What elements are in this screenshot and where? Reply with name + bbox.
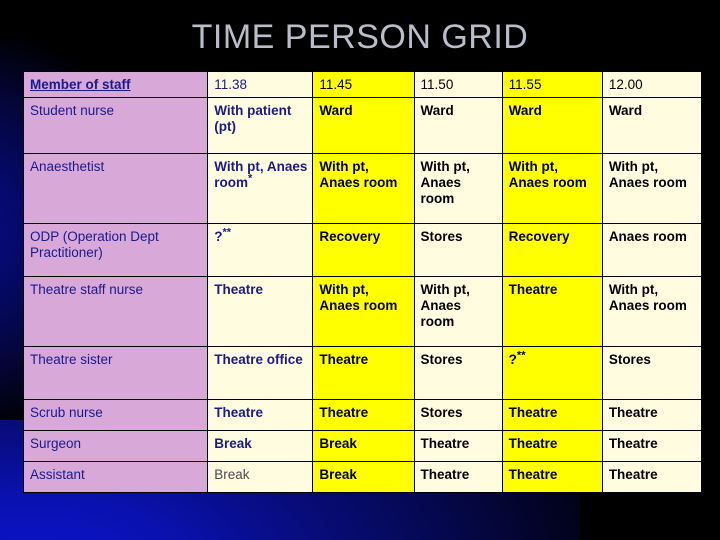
schedule-cell: Stores: [413, 223, 503, 277]
page-title: TIME PERSON GRID: [191, 18, 529, 56]
schedule-cell: Theatre: [601, 399, 703, 431]
column-header-time-4: 11.55: [501, 71, 603, 98]
table-row: Assistant Break Break Theatre Theatre Th…: [22, 461, 703, 493]
schedule-cell: Stores: [413, 399, 503, 431]
time-person-grid: Member of staff 11.38 11.45 11.50 11.55 …: [22, 71, 703, 493]
column-header-time-5: 12.00: [601, 71, 703, 98]
staff-name-cell: Theatre sister: [22, 346, 209, 400]
schedule-cell: Recovery: [312, 223, 415, 277]
schedule-cell: ?**: [207, 223, 314, 277]
table-row: Scrub nurse Theatre Theatre Stores Theat…: [22, 399, 703, 431]
footnote-marker: **: [222, 226, 232, 239]
schedule-cell: Recovery: [501, 223, 603, 277]
table-row: Theatre sister Theatre office Theatre St…: [22, 346, 703, 400]
schedule-cell: With pt, Anaes room: [312, 276, 415, 347]
table-row: Student nurse With patient (pt) Ward War…: [22, 97, 703, 154]
staff-name-cell: Scrub nurse: [22, 399, 209, 431]
schedule-cell: Ward: [501, 97, 603, 154]
footnote-marker: *: [248, 172, 253, 185]
schedule-cell: With pt, Anaes room: [312, 153, 415, 224]
column-header-time-2: 11.45: [312, 71, 415, 98]
schedule-cell: Theatre: [413, 430, 503, 462]
schedule-cell: With patient (pt): [207, 97, 314, 154]
member-of-staff-label: Member of staff: [30, 77, 131, 92]
table-row: Surgeon Break Break Theatre Theatre Thea…: [22, 430, 703, 462]
staff-name-cell: Assistant: [22, 461, 209, 493]
schedule-cell: ?**: [501, 346, 603, 400]
column-header-member-of-staff: Member of staff: [22, 71, 209, 98]
schedule-cell: Break: [207, 461, 314, 493]
schedule-cell: With pt, Anaes room: [601, 153, 703, 224]
schedule-cell: Theatre: [312, 399, 415, 431]
schedule-cell: Ward: [413, 97, 503, 154]
staff-name-cell: Student nurse: [22, 97, 209, 154]
table-row: Anaesthetist With pt, Anaes room* With p…: [22, 153, 703, 224]
schedule-cell: Break: [312, 430, 415, 462]
schedule-cell: Theatre: [601, 430, 703, 462]
schedule-cell: Theatre: [501, 430, 603, 462]
schedule-cell: Break: [207, 430, 314, 462]
slide: TIME PERSON GRID Member of staff 11.38 1…: [0, 0, 720, 540]
schedule-cell: Theatre: [501, 399, 603, 431]
table-row: ODP (Operation Dept Practitioner) ?** Re…: [22, 223, 703, 277]
schedule-cell: Theatre: [312, 346, 415, 400]
table-body: Member of staff 11.38 11.45 11.50 11.55 …: [22, 71, 703, 493]
schedule-cell: Ward: [601, 97, 703, 154]
schedule-cell: Ward: [312, 97, 415, 154]
staff-name-cell: Surgeon: [22, 430, 209, 462]
schedule-cell: Theatre: [601, 461, 703, 493]
table-row: Theatre staff nurse Theatre With pt, Ana…: [22, 276, 703, 347]
footnote-marker: **: [516, 349, 526, 362]
schedule-cell: Anaes room: [601, 223, 703, 277]
schedule-cell: With pt, Anaes room: [413, 153, 503, 224]
staff-name-cell: ODP (Operation Dept Practitioner): [22, 223, 209, 277]
schedule-cell: With pt, Anaes room: [501, 153, 603, 224]
schedule-cell: Stores: [601, 346, 703, 400]
schedule-cell: With pt, Anaes room*: [207, 153, 314, 224]
schedule-cell: Theatre: [207, 276, 314, 347]
time-person-table: Member of staff 11.38 11.45 11.50 11.55 …: [22, 71, 703, 493]
schedule-cell: With pt, Anaes room: [601, 276, 703, 347]
table-header-row: Member of staff 11.38 11.45 11.50 11.55 …: [22, 71, 703, 98]
schedule-cell: Theatre: [207, 399, 314, 431]
schedule-cell: Theatre: [501, 461, 603, 493]
schedule-cell: Theatre: [413, 461, 503, 493]
schedule-cell: Theatre office: [207, 346, 314, 400]
column-header-time-1: 11.38: [207, 71, 314, 98]
schedule-cell: Theatre: [501, 276, 603, 347]
column-header-time-3: 11.50: [413, 71, 503, 98]
staff-name-cell: Theatre staff nurse: [22, 276, 209, 347]
schedule-cell: Break: [312, 461, 415, 493]
schedule-cell: With pt, Anaes room: [413, 276, 503, 347]
schedule-cell: Stores: [413, 346, 503, 400]
staff-name-cell: Anaesthetist: [22, 153, 209, 224]
